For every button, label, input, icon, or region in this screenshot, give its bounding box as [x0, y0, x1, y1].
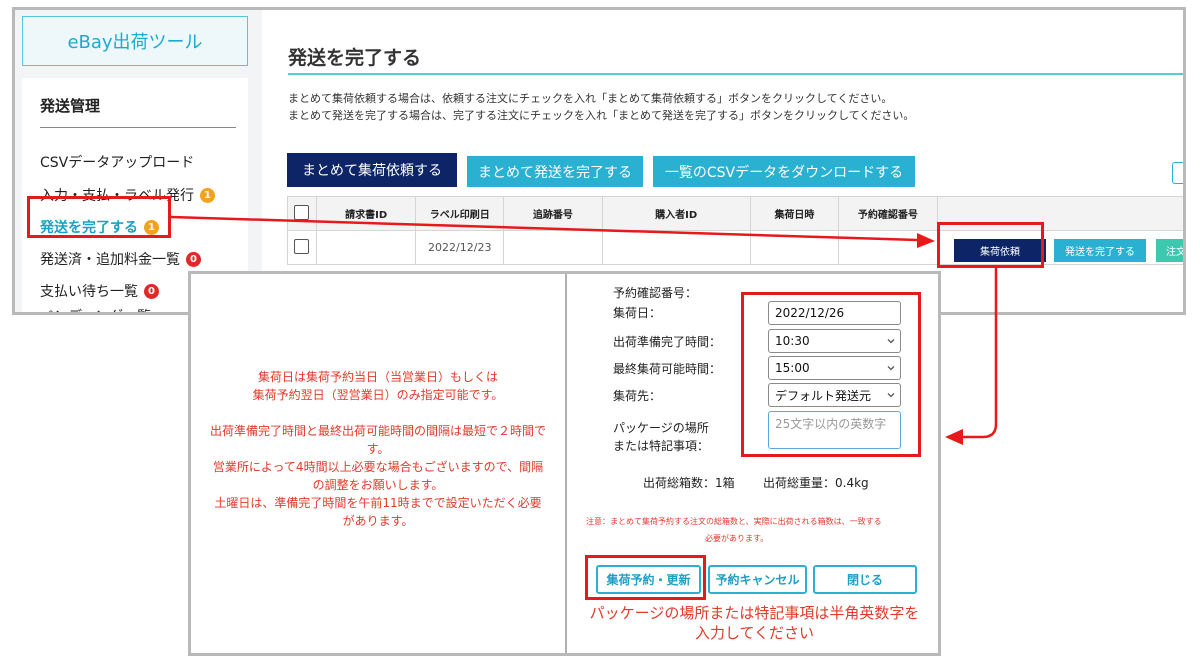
- arrow-to-pickup-button: [170, 215, 935, 248]
- annotation-arrows: [170, 215, 998, 445]
- arrow-to-modal-form: [945, 268, 998, 445]
